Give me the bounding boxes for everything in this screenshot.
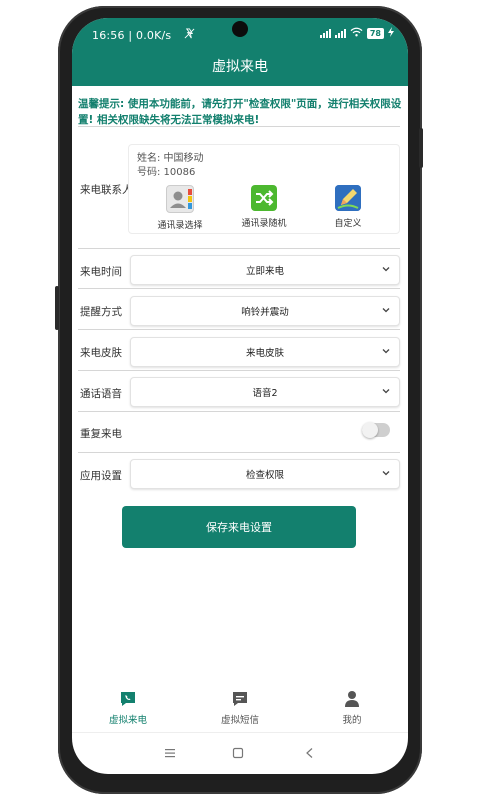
- tab-profile[interactable]: 我的: [296, 678, 408, 726]
- toggle-knob: [362, 422, 378, 438]
- chevron-down-icon: [382, 349, 390, 354]
- bottom-tab-bar: 虚拟来电 虚拟短信 我的: [72, 678, 408, 732]
- contacts-random-option[interactable]: 通讯录随机: [229, 185, 299, 229]
- tab-virtual-call-label: 虚拟来电: [108, 715, 147, 726]
- page-title: 虚拟来电: [212, 59, 268, 75]
- wifi-icon: [350, 27, 363, 39]
- app-settings-label: 应用设置: [80, 470, 122, 482]
- custom-option[interactable]: 自定义: [313, 185, 383, 229]
- battery-icon: 78: [366, 27, 384, 39]
- power-button: [419, 128, 423, 168]
- app-settings-value: 检查权限: [245, 470, 284, 481]
- divider: [78, 248, 400, 249]
- chevron-down-icon: [382, 308, 390, 313]
- tab-virtual-sms-label: 虚拟短信: [220, 715, 259, 726]
- contact-card: 姓名: 中国移动 号码: 10086 通讯录选择 通讯录随机 自定义: [128, 144, 400, 234]
- skin-label: 来电皮肤: [80, 347, 122, 359]
- user-icon: [343, 690, 361, 708]
- chevron-down-icon: [382, 471, 390, 476]
- divider: [78, 329, 400, 330]
- system-nav-bar: [72, 732, 408, 774]
- back-icon[interactable]: [304, 747, 316, 762]
- front-camera: [232, 21, 248, 37]
- charging-icon: [388, 27, 394, 39]
- volume-button: [55, 286, 59, 330]
- call-time-label: 来电时间: [80, 266, 122, 278]
- contact-label: 来电联系人: [80, 184, 133, 196]
- tab-profile-label: 我的: [342, 715, 362, 726]
- chevron-down-icon: [382, 267, 390, 272]
- skin-value: 来电皮肤: [245, 348, 284, 359]
- warning-notice: 温馨提示: 使用本功能前，请先打开"检查权限"页面，进行相关权限设置! 相关权限…: [78, 98, 402, 126]
- save-call-settings-button[interactable]: 保存来电设置: [122, 506, 356, 548]
- menu-icon[interactable]: [164, 747, 176, 762]
- status-time-speed: 16:56 | 0.0K/s: [92, 29, 172, 42]
- skin-select[interactable]: 来电皮肤: [130, 337, 400, 367]
- repeat-label: 重复来电: [80, 428, 122, 440]
- divider: [78, 126, 400, 127]
- signal-icon-2: [334, 28, 346, 38]
- reminder-label: 提醒方式: [80, 306, 122, 318]
- phone-chat-icon: [119, 690, 137, 708]
- chevron-down-icon: [382, 389, 390, 394]
- voice-label: 通话语音: [80, 388, 122, 400]
- contacts-select-option[interactable]: 通讯录选择: [145, 185, 215, 231]
- message-icon: [231, 690, 249, 708]
- edit-pen-icon: [335, 185, 361, 211]
- status-bar: 16:56 | 0.0K/s 78: [72, 18, 408, 52]
- app-header: 虚拟来电: [72, 52, 408, 86]
- contacts-select-label: 通讯录选择: [157, 221, 203, 231]
- call-time-value: 立即来电: [245, 266, 284, 277]
- reminder-value: 响铃并震动: [241, 307, 289, 318]
- contact-name: 姓名: 中国移动: [137, 153, 204, 164]
- tab-virtual-sms[interactable]: 虚拟短信: [184, 678, 296, 726]
- voice-select[interactable]: 语音2: [130, 377, 400, 407]
- data-saver-icon: [184, 28, 195, 42]
- contacts-random-label: 通讯录随机: [241, 219, 287, 229]
- shuffle-icon: [251, 185, 277, 211]
- reminder-select[interactable]: 响铃并震动: [130, 296, 400, 326]
- contact-number: 号码: 10086: [137, 167, 196, 178]
- tab-virtual-call[interactable]: 虚拟来电: [72, 678, 184, 726]
- screen: 16:56 | 0.0K/s 78 虚拟来电 温馨提示: 使用本功能前，请先打开…: [72, 18, 408, 774]
- divider: [78, 288, 400, 289]
- voice-value: 语音2: [252, 388, 278, 399]
- divider: [78, 411, 400, 412]
- signal-icon: [319, 28, 331, 38]
- contacts-book-icon: [166, 185, 194, 213]
- status-icons: 78: [319, 27, 394, 39]
- home-icon[interactable]: [232, 747, 244, 762]
- call-time-select[interactable]: 立即来电: [130, 255, 400, 285]
- repeat-toggle[interactable]: [362, 422, 390, 438]
- divider: [78, 452, 400, 453]
- app-settings-select[interactable]: 检查权限: [130, 459, 400, 489]
- divider: [78, 370, 400, 371]
- custom-label: 自定义: [334, 219, 362, 229]
